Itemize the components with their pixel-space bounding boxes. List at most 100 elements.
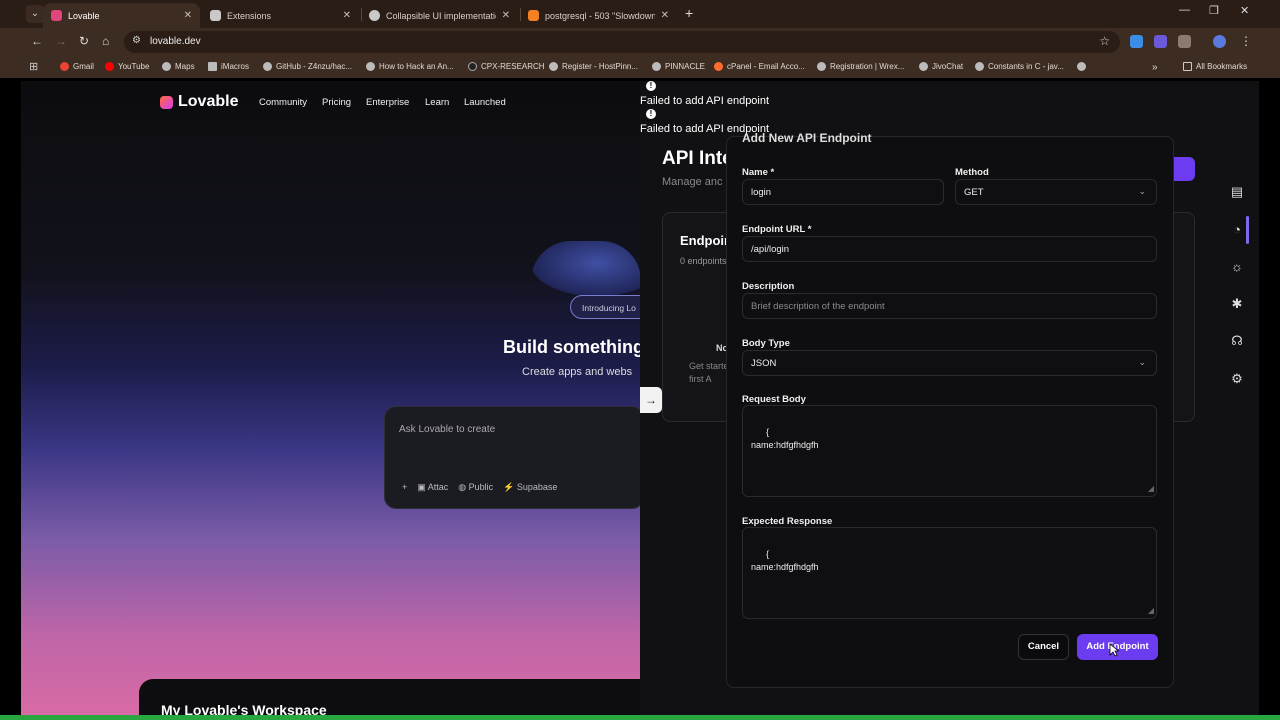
reload-icon[interactable]: ↻ — [79, 34, 89, 48]
close-window-icon[interactable]: ✕ — [1240, 4, 1249, 17]
home-icon[interactable]: ⌂ — [102, 34, 109, 48]
expected-response-label: Expected Response — [742, 516, 833, 527]
attach-button[interactable]: ▣ Attac — [417, 482, 448, 493]
tab-search-chevron-icon[interactable]: ⌄ — [26, 5, 44, 23]
bookmark-cpanel[interactable]: cPanel - Email Acco... — [714, 62, 805, 71]
collapse-arrow-icon[interactable]: → — [640, 387, 662, 413]
hero-title: Build something — [503, 337, 644, 357]
bookmark-github[interactable]: GitHub - Z4nzu/hac... — [263, 62, 352, 71]
request-body-textarea[interactable]: { name:hdfgfhdgfh ◢ — [742, 405, 1157, 497]
extensions-puzzle-icon[interactable] — [1178, 35, 1191, 48]
resize-handle-icon[interactable]: ◢ — [1148, 604, 1154, 617]
endpoints-title: Endpoin — [680, 233, 732, 248]
method-value: GET — [964, 187, 984, 198]
right-sidebar: ▤ ◔ ☼ ✱ ☊ ⚙ — [1219, 136, 1259, 436]
supabase-button[interactable]: ⚡ Supabase — [503, 482, 557, 493]
all-bookmarks[interactable]: All Bookmarks — [1183, 62, 1247, 71]
site-info-icon[interactable]: ⚙ — [132, 35, 141, 46]
bookmarks-bar: ⊞ Gmail YouTube Maps iMacros GitHub - Z4… — [0, 56, 1280, 78]
tab-collapsible-ui[interactable]: Collapsible UI implementation ✕ — [361, 3, 518, 28]
address-bar[interactable]: ⚙ lovable.dev ☆ — [124, 31, 1120, 53]
api-panel-title: API Inte — [662, 148, 733, 169]
tab-title: Collapsible UI implementation — [386, 10, 496, 21]
nav-pricing[interactable]: Pricing — [322, 97, 351, 108]
description-label: Description — [742, 281, 795, 292]
close-tab-icon[interactable]: ✕ — [343, 10, 351, 21]
bookmark-register-hostpinnacle[interactable]: Register - HostPinn... — [549, 62, 638, 71]
description-input[interactable]: Brief description of the endpoint — [742, 293, 1157, 319]
tab-extensions[interactable]: Extensions ✕ — [202, 3, 359, 28]
body-type-value: JSON — [751, 358, 777, 369]
method-select[interactable]: GET ⌄ — [955, 179, 1157, 205]
new-tab-icon[interactable]: + — [685, 5, 693, 21]
api-panel-subtitle: Manage anc — [662, 176, 723, 188]
video-frame-left — [0, 81, 21, 715]
bookmark-youtube[interactable]: YouTube — [105, 62, 149, 71]
method-label: Method — [955, 167, 989, 178]
dialog-title: Add New API Endpoint — [742, 131, 872, 145]
bookmark-gmail[interactable]: Gmail — [60, 62, 94, 71]
browser-tab-bar: ⌄ Lovable ✕ Extensions ✕ Collapsible UI … — [0, 0, 1280, 28]
public-button[interactable]: ◍ Public — [458, 482, 493, 493]
bookmark-constants-in-c[interactable]: Constants in C - jav... — [975, 62, 1064, 71]
profile-avatar-icon[interactable] — [1213, 35, 1226, 48]
tab-lovable[interactable]: Lovable ✕ — [43, 3, 200, 28]
bug-icon[interactable]: ✱ — [1229, 296, 1245, 312]
extension-icon[interactable] — [1154, 35, 1167, 48]
cancel-button[interactable]: Cancel — [1018, 634, 1069, 660]
headset-icon[interactable]: ☊ — [1229, 333, 1245, 349]
new-endpoint-button[interactable] — [1171, 157, 1195, 181]
bookmark-how-to-hack[interactable]: How to Hack an An... — [366, 62, 454, 71]
body-type-label: Body Type — [742, 338, 790, 349]
menu-kebab-icon[interactable]: ⋮ — [1240, 34, 1252, 48]
close-tab-icon[interactable]: ✕ — [502, 10, 510, 21]
endpoint-url-input[interactable]: /api/login — [742, 236, 1157, 262]
close-tab-icon[interactable]: ✕ — [184, 10, 192, 21]
prompt-placeholder: Ask Lovable to create — [399, 424, 496, 435]
bookmark-cpx-research[interactable]: CPX-RESEARCH — [468, 62, 545, 71]
gear-icon[interactable]: ⚙ — [1229, 371, 1245, 387]
resize-handle-icon[interactable]: ◢ — [1148, 482, 1154, 495]
add-endpoint-dialog: Add New API Endpoint Name * login Method… — [726, 131, 1174, 688]
apps-grid-icon[interactable]: ⊞ — [29, 60, 38, 73]
hero-cloud-graphic — [531, 241, 641, 296]
lightbulb-icon[interactable]: ☼ — [1229, 259, 1245, 274]
heart-logo-icon — [160, 95, 173, 109]
nav-community[interactable]: Community — [259, 97, 307, 108]
url-text: lovable.dev — [150, 36, 201, 47]
nav-launched[interactable]: Launched — [464, 97, 506, 108]
endpoints-count: 0 endpoints — [680, 256, 727, 266]
bookmark-maps[interactable]: Maps — [162, 62, 195, 71]
nav-learn[interactable]: Learn — [425, 97, 449, 108]
bookmark-pinnacle[interactable]: PINNACLE — [652, 62, 705, 71]
nav-enterprise[interactable]: Enterprise — [366, 97, 409, 108]
close-tab-icon[interactable]: ✕ — [661, 10, 669, 21]
hero-subtitle: Create apps and webs — [522, 366, 633, 378]
bookmark-star-icon[interactable]: ☆ — [1099, 34, 1110, 48]
bookmark-jivochat[interactable]: JivoChat — [919, 62, 963, 71]
tab-postgresql[interactable]: postgresql - 503 "Slowdown" e ✕ — [520, 3, 677, 28]
back-icon[interactable]: ← — [31, 34, 43, 48]
video-frame-right — [1259, 81, 1280, 715]
minimize-icon[interactable]: — — [1179, 4, 1190, 16]
lovable-logo[interactable]: Lovable — [160, 93, 238, 111]
active-indicator — [1246, 216, 1249, 244]
puzzle-icon — [210, 10, 221, 21]
expected-response-textarea[interactable]: { name:hdfgfhdgfh ◢ — [742, 527, 1157, 619]
document-icon[interactable]: ▤ — [1229, 184, 1245, 200]
add-icon[interactable]: + — [402, 482, 407, 493]
bookmark-registration-wrex[interactable]: Registration | Wrex... — [817, 62, 904, 71]
name-input[interactable]: login — [742, 179, 944, 205]
prompt-input[interactable]: Ask Lovable to create + ▣ Attac ◍ Public… — [384, 406, 644, 509]
name-label: Name * — [742, 167, 775, 178]
prompt-actions: + ▣ Attac ◍ Public ⚡ Supabase — [402, 482, 557, 493]
restore-icon[interactable]: ❐ — [1209, 4, 1219, 17]
bookmark-imacros[interactable]: iMacros — [208, 62, 249, 71]
chart-pie-icon[interactable]: ◔ — [1229, 222, 1245, 237]
download-extension-icon[interactable] — [1130, 35, 1143, 48]
more-bookmarks-icon[interactable]: » — [1152, 62, 1158, 73]
bookmark-globe[interactable] — [1077, 62, 1086, 71]
tab-title: Lovable — [68, 10, 100, 21]
body-type-select[interactable]: JSON ⌄ — [742, 350, 1157, 376]
forward-icon[interactable]: → — [55, 34, 67, 48]
